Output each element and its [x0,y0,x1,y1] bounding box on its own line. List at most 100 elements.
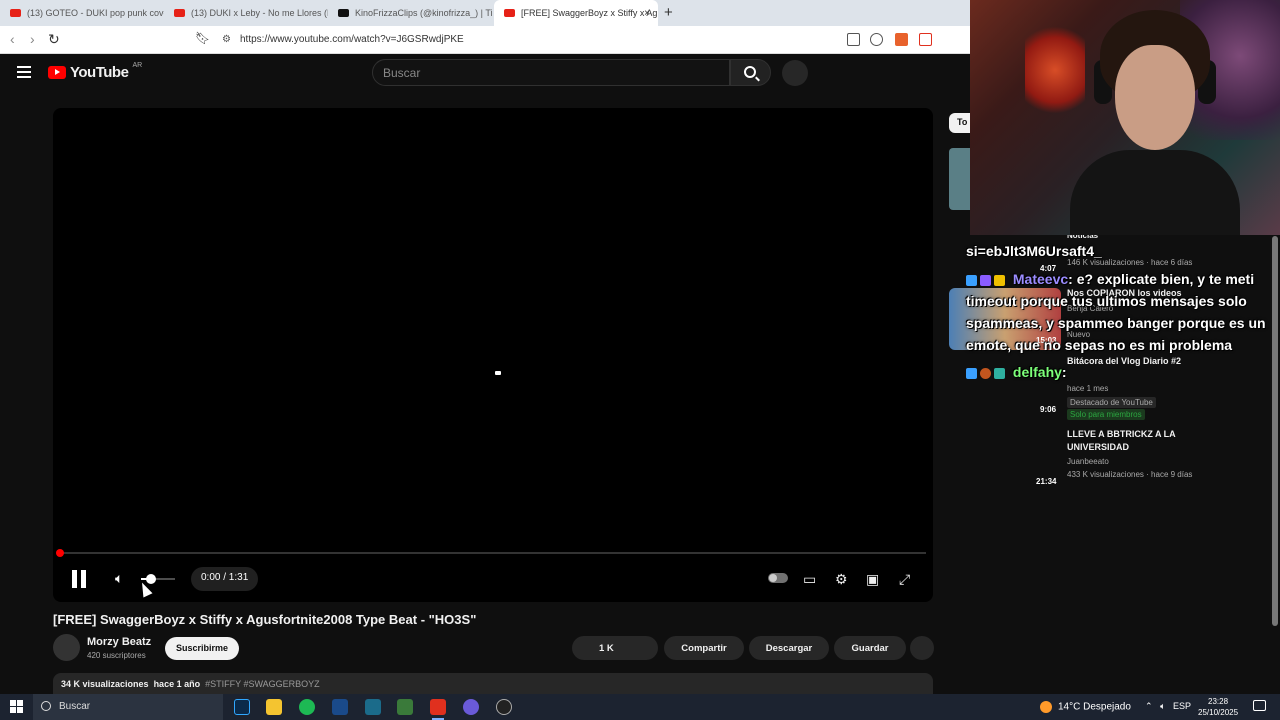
tab-title: KinoFrizzaClips (@kinofrizza_) | TikTo [355,8,492,18]
theater-mode-icon[interactable]: ▣ [866,571,879,588]
sidebar-item-meta: hace 1 mes [1067,384,1109,393]
chat-text: timeout porque tus ultimos mensajes solo [966,293,1247,309]
brave-rewards-icon[interactable] [919,33,932,46]
reload-icon[interactable]: ↻ [48,31,60,48]
browser-tab-3[interactable]: KinoFrizzaClips (@kinofrizza_) | TikTo [328,0,492,26]
taskbar-search[interactable]: Buscar [33,694,223,720]
weather-widget[interactable]: 14°C Despejado [1040,701,1131,713]
url-field[interactable]: https://www.youtube.com/watch?v=J6GSRwdj… [240,34,464,45]
spotify-icon[interactable] [299,699,315,715]
sidebar-item-channel[interactable]: Juanbeeato [1067,457,1109,466]
chat-text: : [1061,364,1067,380]
fullscreen-icon[interactable]: ⤢ [899,571,910,588]
sidebar-item-title[interactable]: Bitácora del Vlog Diario #2 [1067,355,1181,368]
page-scrollbar[interactable] [1272,236,1278,626]
hamburger-menu-icon[interactable] [17,66,31,81]
new-tab-button[interactable]: + [664,4,673,21]
taskbar-search-label: Buscar [59,701,91,712]
bookmark-icon[interactable]: 🔖︎ [195,31,210,45]
description-box[interactable]: 34 K visualizaciones hace 1 año #STIFFY … [53,673,933,694]
windows-start-icon[interactable] [10,700,23,713]
voice-search-button[interactable] [782,60,808,86]
chat-text: si=ebJlt3M6Ursaft4_ [966,243,1102,259]
search-button[interactable] [730,59,771,86]
site-info-icon[interactable]: ⚙ [222,34,231,45]
forward-icon[interactable]: › [30,31,35,47]
file-explorer-icon[interactable] [266,699,282,715]
more-actions-button[interactable] [910,636,934,660]
chat-badges-icon [966,367,1005,379]
clock-time: 23:28 [1208,697,1229,706]
share-icon[interactable] [870,33,883,46]
search-icon [41,701,51,711]
chat-username: delfahy [1012,364,1062,380]
browser-tab-1[interactable]: (13) GOTEO - DUKI pop punk cover [0,0,164,26]
progress-scrubber[interactable] [56,549,64,557]
youtube-favicon-icon [174,9,185,17]
like-count: 1 K [599,642,614,654]
like-button[interactable]: 1 K [572,636,658,660]
region-code: AR [132,62,143,69]
upload-age: hace 1 año [153,679,201,689]
chat-text: emote, que no sepas no es mi problema [966,337,1233,353]
autoplay-toggle[interactable] [768,573,788,583]
subtitles-icon[interactable]: ▭ [803,571,816,588]
volume-icon[interactable]: 🔈︎ [1160,701,1165,711]
webcam-overlay [970,0,1280,235]
clock[interactable]: 23:28 25/10/2025 [1198,696,1238,718]
obs-icon[interactable] [496,699,512,715]
search-input[interactable]: Buscar [372,59,730,86]
chevron-up-icon[interactable]: ⌃ [1145,701,1153,711]
progress-bar[interactable] [56,549,926,557]
pause-button[interactable] [71,570,87,588]
time-display: 0:00 / 1:31 [191,567,259,591]
volume-icon[interactable]: 🔈︎ [115,570,123,587]
subscribe-button[interactable]: Suscribirme [165,637,240,660]
settings-gear-icon[interactable]: ⚙ [835,571,848,588]
browser-tab-4-active[interactable]: [FREE] SwaggerBoyz x Stiffy x Ag × [494,0,658,26]
channel-avatar[interactable] [53,634,80,661]
share-button[interactable]: Compartir [664,636,744,660]
windows-taskbar: Buscar 14°C Despejado ⌃ 🔈︎ ESP 23:28 25/… [0,694,1280,720]
tiktok-favicon-icon [338,9,349,17]
video-duration: 9:06 [1040,405,1057,414]
featured-badge: Destacado de YouTube [1067,397,1156,408]
app-icon[interactable] [365,699,381,715]
chat-line: timeout porque tus ultimos mensajes solo [966,290,1247,312]
sidebar-item-title[interactable]: LLEVE A BBTRICKZ A LA UNIVERSIDAD [1067,428,1207,454]
members-only-badge: Solo para miembros [1067,409,1145,420]
back-icon[interactable]: ‹ [10,31,15,47]
youtube-play-icon [48,66,66,79]
player-controls: 🔈︎ 0:00 / 1:31 ▭ ⚙ ▣ ⤢ [53,563,933,595]
discord-icon[interactable] [463,699,479,715]
chat-line: spammeas, y spammeo banger porque es un [966,312,1266,334]
chat-badges-icon [966,274,1005,286]
system-tray[interactable]: ⌃ 🔈︎ ESP [1145,701,1191,712]
app-icon[interactable] [397,699,413,715]
vegas-icon[interactable] [332,699,348,715]
weather-text: 14°C Despejado [1058,701,1131,713]
sidebar-thumbnail[interactable] [949,148,970,210]
clock-date: 25/10/2025 [1198,708,1239,717]
video-player[interactable]: 🔈︎ 0:00 / 1:31 ▭ ⚙ ▣ ⤢ [53,108,933,602]
tab-title: (13) DUKI x Leby - No me Llores (Rem [191,8,328,18]
chat-username: Mateevc [1012,271,1069,287]
browser-tab-2[interactable]: (13) DUKI x Leby - No me Llores (Rem [164,0,328,26]
tab-close-icon[interactable]: × [644,8,650,19]
brave-browser-icon[interactable] [430,699,446,720]
chat-line: Mateevc: e? explicate bien, y te meti [966,268,1254,290]
youtube-logo[interactable]: YouTube AR [48,62,143,81]
photoshop-icon[interactable] [234,699,250,715]
chat-text: spammeas, y spammeo banger porque es un [966,315,1266,331]
chat-text: : e? explicate bien, y te meti [1068,271,1255,287]
hashtags[interactable]: #STIFFY #SWAGGERBOYZ [205,679,320,689]
weather-icon [1040,701,1052,713]
download-button[interactable]: Descargar [749,636,829,660]
cast-icon[interactable] [847,33,860,46]
channel-name[interactable]: Morzy Beatz [87,636,151,648]
notifications-icon[interactable] [1253,700,1266,711]
language-indicator[interactable]: ESP [1173,701,1191,711]
save-button[interactable]: Guardar [834,636,906,660]
subscriber-count: 420 suscriptores [87,651,146,660]
brave-shield-icon[interactable] [895,33,908,46]
